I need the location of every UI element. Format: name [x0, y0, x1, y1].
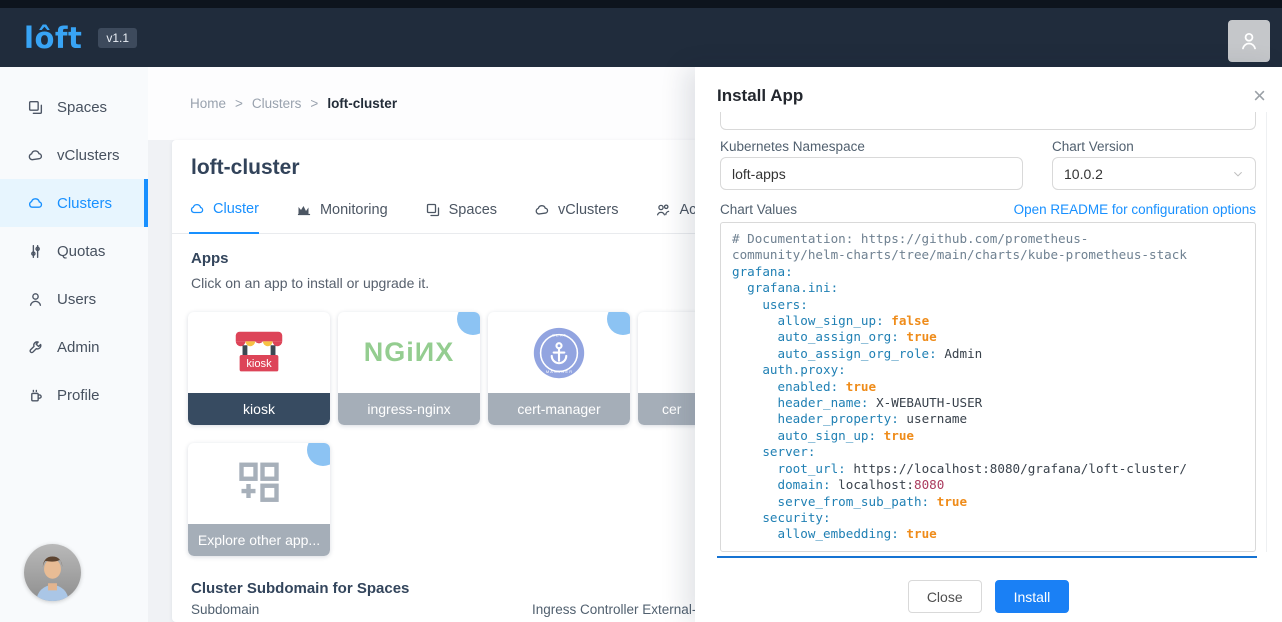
install-app-drawer: Install App × Kubernetes Namespace loft-… [695, 67, 1282, 622]
avatar-photo-image [24, 544, 81, 601]
scrolled-field-partial[interactable] [720, 112, 1256, 130]
tab-cluster[interactable]: Cluster [189, 198, 259, 234]
admin-wrench-icon [27, 339, 44, 356]
monitoring-chart-icon [296, 202, 312, 218]
app-card-explore-other[interactable]: Explore other app... [188, 443, 330, 556]
sidebar-item-admin[interactable]: Admin [0, 323, 148, 371]
chart-version-label: Chart Version [1052, 139, 1134, 154]
quotas-sliders-icon [27, 243, 44, 260]
sidebar-item-label: Admin [57, 339, 100, 356]
access-people-icon [655, 202, 671, 218]
tab-monitoring[interactable]: Monitoring [296, 198, 388, 233]
sidebar-item-label: Quotas [57, 243, 105, 260]
namespace-input[interactable]: loft-apps [720, 157, 1023, 190]
tab-label: Monitoring [320, 202, 388, 218]
kiosk-stand-icon: kiosk [228, 322, 290, 384]
open-readme-link[interactable]: Open README for configuration options [1014, 202, 1256, 217]
vcluster-cloud-icon [27, 147, 44, 164]
chart-version-select[interactable]: 10.0.2 [1052, 157, 1256, 190]
subdomain-section-heading: Cluster Subdomain for Spaces [191, 580, 409, 597]
chart-values-editor[interactable]: # Documentation: https://github.com/prom… [720, 222, 1256, 552]
app-card-label: Explore other app... [188, 524, 330, 556]
cert-manager-logo: C E R T M A N A G E R [488, 312, 630, 393]
users-person-icon [27, 291, 44, 308]
drawer-blue-divider [717, 556, 1257, 558]
tab-label: Cluster [213, 201, 259, 217]
kiosk-logo: kiosk [188, 312, 330, 393]
sidebar-item-profile[interactable]: Profile [0, 371, 148, 419]
cluster-cloud-icon [27, 195, 44, 212]
close-button[interactable]: Close [908, 580, 982, 613]
app-card-cert-manager[interactable]: C E R T M A N A G E R cert-manager [488, 312, 630, 425]
chart-values-label: Chart Values [720, 202, 797, 217]
cert-manager-badge-icon: C E R T M A N A G E R [528, 322, 590, 384]
breadcrumb-current: loft-cluster [327, 96, 397, 111]
version-badge: v1.1 [98, 28, 137, 48]
page-title: loft-cluster [191, 156, 300, 180]
profile-mug-icon [27, 387, 44, 404]
tab-label: Spaces [449, 202, 497, 218]
tab-spaces[interactable]: Spaces [425, 198, 497, 233]
drawer-footer: Close Install [695, 580, 1282, 613]
app-card-label: ingress-nginx [338, 393, 480, 425]
cloud-icon [189, 201, 205, 217]
sidebar-item-clusters[interactable]: Clusters [0, 179, 148, 227]
sidebar-item-quotas[interactable]: Quotas [0, 227, 148, 275]
drawer-title: Install App [717, 86, 803, 106]
spaces-icon [27, 99, 44, 116]
top-navbar: lôft v1.1 [0, 8, 1282, 67]
nginx-logo: NGiИX [364, 337, 454, 368]
sidebar-item-label: Profile [57, 387, 100, 404]
breadcrumb: Home > Clusters > loft-cluster [190, 96, 397, 111]
top-dark-strip [0, 0, 1282, 8]
breadcrumb-separator: > [310, 96, 318, 111]
subdomain-label: Subdomain [191, 602, 259, 617]
sidebar-item-label: Users [57, 291, 96, 308]
sidebar-item-label: vClusters [57, 147, 120, 164]
loft-logo[interactable]: lôft [24, 21, 82, 55]
sidebar: Spaces vClusters Clusters Quotas Users A… [0, 67, 148, 622]
namespace-value: loft-apps [732, 166, 786, 182]
app-card-label: kiosk [188, 393, 330, 425]
namespace-label: Kubernetes Namespace [720, 139, 865, 154]
profile-avatar-photo[interactable] [24, 544, 81, 601]
kiosk-sign-text: kiosk [246, 358, 272, 370]
svg-text:M A N A G E R: M A N A G E R [546, 368, 572, 373]
ingress-external-ip-label: Ingress Controller External-IP [532, 602, 709, 617]
sidebar-item-label: Clusters [57, 195, 112, 212]
breadcrumb-home[interactable]: Home [190, 96, 226, 111]
tab-vclusters[interactable]: vClusters [534, 198, 618, 233]
app-grid-plus-icon [231, 456, 287, 512]
breadcrumb-separator: > [235, 96, 243, 111]
close-icon[interactable]: × [1249, 81, 1270, 111]
sidebar-item-users[interactable]: Users [0, 275, 148, 323]
sidebar-item-label: Spaces [57, 99, 107, 116]
loft-app: lôft v1.1 Spaces vClusters Clusters [0, 0, 1282, 622]
explore-apps-logo [188, 443, 330, 524]
user-icon [1238, 30, 1260, 52]
svg-text:C E R T: C E R T [552, 332, 567, 337]
install-button[interactable]: Install [995, 580, 1070, 613]
user-menu-button[interactable] [1228, 20, 1270, 62]
app-card-label: cert-manager [488, 393, 630, 425]
app-card-kiosk[interactable]: kiosk kiosk [188, 312, 330, 425]
vcluster-cloud-icon [534, 202, 550, 218]
breadcrumb-clusters[interactable]: Clusters [252, 96, 302, 111]
app-card-ingress-nginx[interactable]: NGiИX ingress-nginx [338, 312, 480, 425]
chevron-down-icon [1232, 168, 1244, 180]
apps-description: Click on an app to install or upgrade it… [191, 275, 429, 291]
apps-heading: Apps [191, 250, 229, 267]
drawer-scrollbar-track[interactable] [1266, 112, 1267, 552]
chart-version-value: 10.0.2 [1064, 166, 1103, 182]
spaces-icon [425, 202, 441, 218]
sidebar-item-vclusters[interactable]: vClusters [0, 131, 148, 179]
tab-label: vClusters [558, 202, 618, 218]
sidebar-item-spaces[interactable]: Spaces [0, 83, 148, 131]
